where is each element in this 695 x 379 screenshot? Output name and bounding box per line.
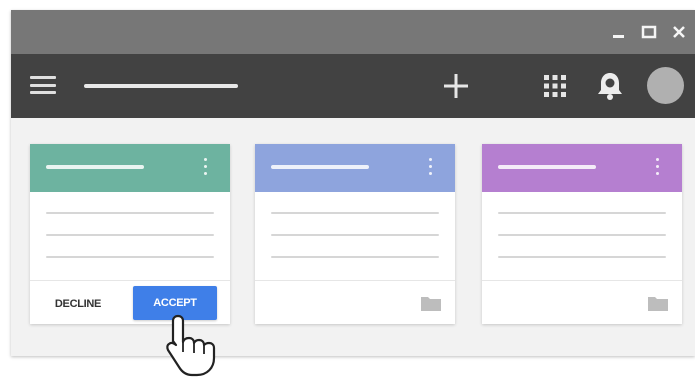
content-card — [255, 144, 455, 324]
content-card — [482, 144, 682, 324]
plus-icon[interactable] — [441, 71, 471, 101]
toolbar-title-placeholder — [84, 84, 238, 88]
window-titlebar — [11, 10, 695, 54]
minimize-icon[interactable] — [611, 24, 627, 40]
card-title-placeholder — [46, 165, 144, 169]
hamburger-menu-icon[interactable] — [30, 76, 56, 94]
card-footer — [482, 280, 682, 325]
card-title-placeholder — [498, 165, 596, 169]
close-icon[interactable] — [671, 24, 687, 40]
card-text-line — [46, 212, 214, 214]
card-text-line — [498, 256, 666, 258]
folder-icon[interactable] — [648, 295, 668, 311]
maximize-icon[interactable] — [641, 24, 657, 40]
decline-button[interactable]: DECLINE — [42, 292, 114, 316]
card-text-line — [46, 256, 214, 258]
hand-pointer-icon — [166, 314, 216, 377]
more-vert-icon[interactable] — [654, 158, 660, 178]
more-vert-icon[interactable] — [202, 158, 208, 178]
app-toolbar — [11, 54, 695, 118]
card-text-line — [498, 234, 666, 236]
card-text-line — [46, 234, 214, 236]
card-text-line — [271, 256, 439, 258]
card-title-placeholder — [271, 165, 369, 169]
bell-icon[interactable] — [595, 70, 625, 102]
invitation-card: DECLINE ACCEPT — [30, 144, 230, 324]
app-window: DECLINE ACCEPT — [11, 10, 695, 356]
folder-icon[interactable] — [421, 295, 441, 311]
card-footer — [255, 280, 455, 325]
more-vert-icon[interactable] — [427, 158, 433, 178]
card-grid: DECLINE ACCEPT — [11, 118, 695, 356]
account-avatar[interactable] — [647, 67, 684, 104]
card-text-line — [271, 234, 439, 236]
apps-grid-icon[interactable] — [543, 74, 567, 98]
card-text-line — [271, 212, 439, 214]
card-text-line — [498, 212, 666, 214]
